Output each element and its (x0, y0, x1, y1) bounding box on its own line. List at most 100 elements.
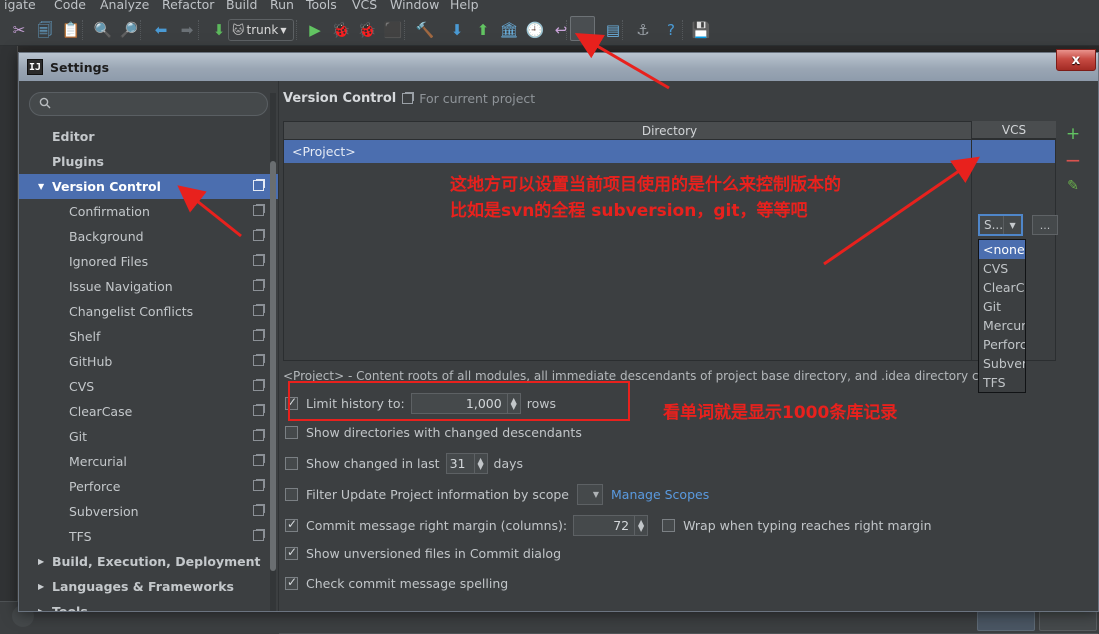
help-icon[interactable]: ? (658, 17, 684, 43)
chevron-down-icon[interactable]: ▼ (38, 182, 44, 191)
sidebar-item-ignored-files[interactable]: Ignored Files (19, 249, 278, 274)
copy-settings-icon[interactable] (253, 480, 264, 491)
menu-item-help[interactable]: Help (450, 0, 479, 12)
vcs-option-tfs[interactable]: TFS (979, 373, 1025, 392)
copy-settings-icon[interactable] (253, 180, 264, 191)
vcs-commit-icon[interactable]: ⬆ (470, 17, 496, 43)
option-filter-by-scope[interactable]: Filter Update Project information by sco… (285, 484, 709, 505)
save-all-icon[interactable]: 💾 (688, 17, 714, 43)
sidebar-item-editor[interactable]: Editor (19, 124, 278, 149)
vcs-option-mercuri[interactable]: Mercuri (979, 316, 1025, 335)
debug-icon[interactable]: 🐞 (328, 17, 354, 43)
vcs-dropdown-list[interactable]: <none>CVSClearCaGitMercuriPerforcSubvers… (978, 239, 1026, 393)
menu-item-refactor[interactable]: Refactor (162, 0, 214, 12)
directory-column-header[interactable]: Directory (284, 122, 1055, 140)
table-row[interactable]: <Project> (284, 140, 1055, 163)
menu-item-analyze[interactable]: Analyze (100, 0, 149, 12)
option-show-dirs-changed[interactable]: Show directories with changed descendant… (285, 425, 582, 440)
vcs-select[interactable]: S... ▼ (978, 214, 1023, 236)
show-unversioned-checkbox[interactable] (285, 545, 298, 560)
vcs-option-git[interactable]: Git (979, 297, 1025, 316)
close-button[interactable]: x (1056, 49, 1096, 71)
copy-settings-icon[interactable] (253, 455, 264, 466)
show-dirs-changed-checkbox[interactable] (285, 426, 298, 439)
commit-margin-checkbox[interactable] (285, 517, 298, 532)
compile-icon[interactable]: ⬇ (206, 17, 232, 43)
cut-icon[interactable]: ✂ (6, 17, 32, 43)
show-changed-checkbox[interactable] (285, 457, 298, 470)
replace-icon[interactable]: 🔎 (116, 17, 142, 43)
remove-button[interactable]: − (1060, 147, 1086, 173)
sdk-icon[interactable]: ⚓ (630, 17, 656, 43)
edit-button[interactable]: ✎ (1060, 173, 1086, 199)
dialog-title-bar[interactable]: IJ Settings x (19, 49, 1098, 81)
sidebar-item-github[interactable]: GitHub (19, 349, 278, 374)
show-changed-value[interactable]: 31 (447, 454, 474, 473)
back-icon[interactable]: ⬅ (148, 17, 174, 43)
show-changed-arrows[interactable]: ▲ ▼ (473, 454, 487, 473)
sidebar-item-cvs[interactable]: CVS (19, 374, 278, 399)
copy-settings-icon[interactable] (253, 380, 264, 391)
chevron-down-icon[interactable]: ▼ (1003, 216, 1021, 234)
sidebar-item-tfs[interactable]: TFS (19, 524, 278, 549)
copy-settings-icon[interactable] (253, 255, 264, 266)
menu-item-igate[interactable]: igate (4, 0, 36, 12)
forward-icon[interactable]: ➡ (174, 17, 200, 43)
stop-icon[interactable]: ⬛ (380, 17, 406, 43)
sidebar-item-mercurial[interactable]: Mercurial (19, 449, 278, 474)
menu-item-code[interactable]: Code (54, 0, 86, 12)
vcs-column-header[interactable]: VCS (972, 121, 1056, 139)
paste-icon[interactable]: 📋 (58, 17, 84, 43)
vcs-option-none[interactable]: <none> (979, 240, 1025, 259)
copy-settings-icon[interactable] (253, 230, 264, 241)
check-spelling-checkbox[interactable] (285, 575, 298, 590)
run-coverage-icon[interactable]: 🐞 (354, 17, 380, 43)
add-button[interactable]: + (1060, 121, 1086, 147)
sidebar-item-languages-frameworks[interactable]: ▶ Languages & Frameworks (19, 574, 278, 599)
copy-settings-icon[interactable] (253, 405, 264, 416)
search-box[interactable] (29, 92, 268, 116)
copy-settings-icon[interactable] (253, 355, 264, 366)
vcs-option-clearca[interactable]: ClearCa (979, 278, 1025, 297)
vcs-option-subvers[interactable]: Subvers (979, 354, 1025, 373)
sidebar-item-changelist-conflicts[interactable]: Changelist Conflicts (19, 299, 278, 324)
sidebar-item-tools[interactable]: ▶ Tools (19, 599, 278, 611)
rollback-changes-icon[interactable]: 🕘 (522, 17, 548, 43)
find-icon[interactable]: 🔍 (90, 17, 116, 43)
search-input[interactable] (57, 97, 257, 111)
menu-item-tools[interactable]: Tools (306, 0, 337, 12)
sidebar-item-version-control[interactable]: ▼ Version Control (19, 174, 278, 199)
vcs-option-cvs[interactable]: CVS (979, 259, 1025, 278)
copy-settings-icon[interactable] (253, 430, 264, 441)
wrap-typing-checkbox[interactable] (662, 519, 676, 532)
show-changed-stepper[interactable]: 31 ▲ ▼ (445, 453, 488, 474)
scope-select[interactable]: ▼ (577, 484, 603, 505)
copy-settings-icon[interactable] (253, 530, 264, 541)
copy-settings-icon[interactable] (253, 205, 264, 216)
menu-item-run[interactable]: Run (270, 0, 294, 12)
commit-margin-arrows[interactable]: ▲ ▼ (634, 516, 647, 535)
vcs-update-icon[interactable]: ⬇ (444, 17, 470, 43)
history-icon[interactable]: 🏛 (496, 17, 522, 43)
sidebar-item-plugins[interactable]: Plugins (19, 149, 278, 174)
option-show-unversioned[interactable]: Show unversioned files in Commit dialog (285, 545, 561, 561)
menu-item-build[interactable]: Build (226, 0, 257, 12)
run-icon[interactable]: ▶ (302, 17, 328, 43)
menu-item-window[interactable]: Window (390, 0, 439, 12)
sidebar-scrollbar-thumb[interactable] (270, 161, 276, 571)
copy-icon[interactable]: 🗐 (32, 17, 58, 43)
vcs-configure-button[interactable]: ... (1032, 215, 1058, 235)
dialog-ok-button[interactable] (977, 611, 1035, 631)
vcs-option-perforc[interactable]: Perforc (979, 335, 1025, 354)
sidebar-item-background[interactable]: Background (19, 224, 278, 249)
menu-item-vcs[interactable]: VCS (352, 0, 377, 12)
sidebar-item-shelf[interactable]: Shelf (19, 324, 278, 349)
copy-settings-icon[interactable] (253, 280, 264, 291)
dialog-cancel-button[interactable] (1039, 611, 1097, 631)
chevron-right-icon[interactable]: ▶ (38, 607, 44, 611)
sidebar-item-issue-navigation[interactable]: Issue Navigation (19, 274, 278, 299)
option-commit-right-margin[interactable]: Commit message right margin (columns): 7… (285, 515, 932, 536)
manage-scopes-link[interactable]: Manage Scopes (611, 487, 709, 502)
option-show-changed-in-last[interactable]: Show changed in last 31 ▲ ▼ days (285, 453, 523, 474)
sidebar-item-confirmation[interactable]: Confirmation (19, 199, 278, 224)
